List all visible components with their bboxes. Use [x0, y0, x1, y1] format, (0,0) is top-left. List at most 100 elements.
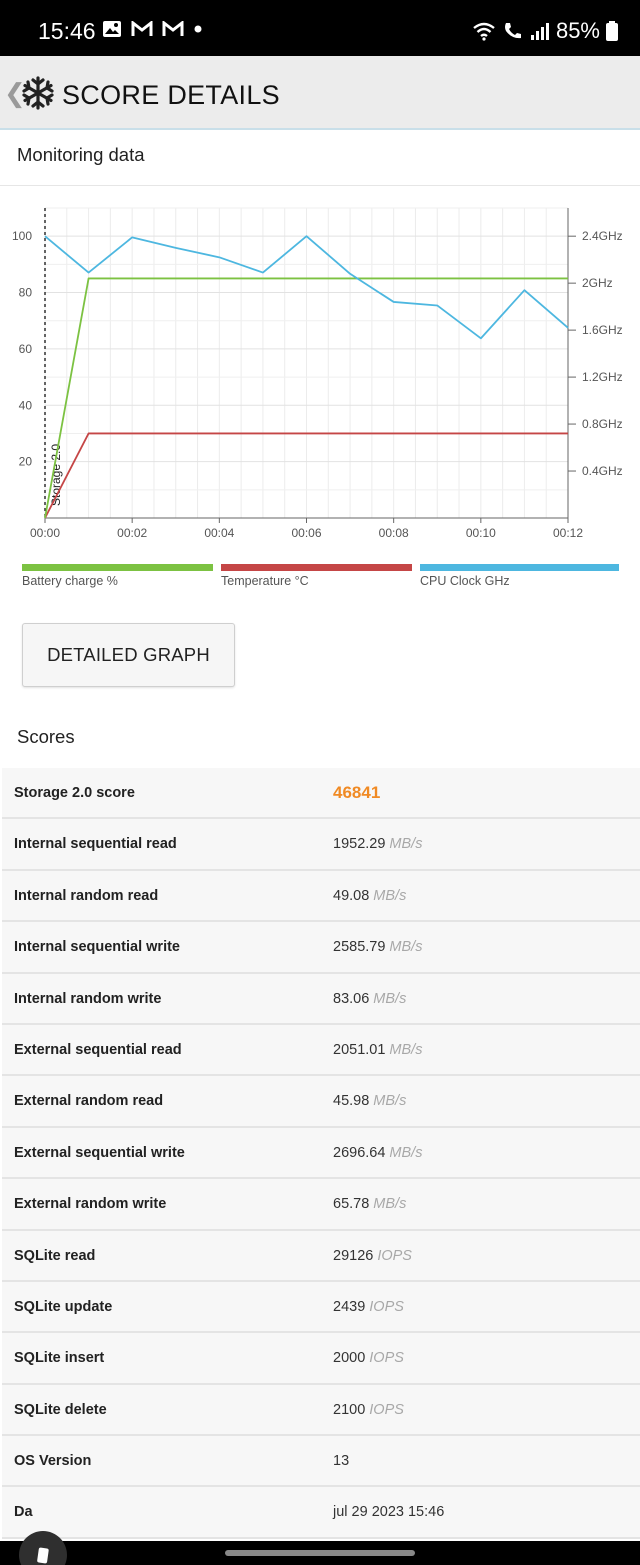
x-tick-label: 00:06 [291, 526, 321, 540]
score-row: Internal random write 83.06 MB/s [2, 973, 640, 1025]
legend-label-temperature: Temperature °C [221, 574, 309, 588]
score-unit: MB/s [373, 990, 407, 1007]
legend-swatch-cpu-clock [420, 564, 619, 571]
y-right-tick-label: 1.6GHz [582, 323, 623, 337]
wifi-calling-icon [473, 22, 495, 41]
score-number: 1952.29 [333, 836, 386, 853]
chart-legend: Battery charge % Temperature °C CPU Cloc… [0, 564, 640, 594]
score-value: 13 [333, 1453, 349, 1469]
score-value: 2000 IOPS [333, 1350, 404, 1366]
score-row: Da jul 29 2023 15:46 [2, 1487, 640, 1539]
score-number: 13 [333, 1453, 350, 1470]
scores-header: Scores [0, 712, 640, 768]
score-value: 2100 IOPS [333, 1402, 404, 1418]
y-left-tick-label: 100 [12, 229, 32, 243]
legend-battery: Battery charge % [22, 564, 213, 588]
snowflake-logo-icon[interactable] [20, 75, 56, 111]
score-row: SQLite insert 2000 IOPS [2, 1333, 640, 1385]
app-bar: ❮ SCORE DETAILS [0, 56, 640, 130]
dot-icon [194, 25, 202, 33]
score-label: Internal sequential read [14, 836, 177, 853]
score-row: Storage 2.0 score 46841 [2, 768, 640, 820]
notification-icons [102, 20, 203, 38]
home-gesture-handle[interactable] [225, 1550, 415, 1556]
score-value: 29126 IOPS [333, 1248, 412, 1264]
page-title: SCORE DETAILS [62, 80, 280, 110]
score-label: Da [14, 1504, 33, 1521]
score-number: 45.98 [333, 1093, 370, 1110]
score-unit: IOPS [369, 1298, 404, 1315]
score-label: SQLite delete [14, 1401, 107, 1418]
score-number: 2696.64 [333, 1144, 386, 1161]
y-right-tick-label: 1.2GHz [582, 370, 623, 384]
y-right-tick-label: 0.4GHz [582, 464, 623, 478]
score-value: 2696.64 MB/s [333, 1145, 422, 1161]
score-number: 46841 [333, 783, 381, 802]
score-value: 45.98 MB/s [333, 1093, 406, 1109]
call-icon [504, 23, 521, 39]
score-value: 2439 IOPS [333, 1299, 404, 1315]
gmail-icon [162, 21, 184, 36]
score-unit: MB/s [389, 1041, 423, 1058]
x-tick-label: 00:02 [117, 526, 147, 540]
scores-table: Storage 2.0 score 46841 Internal sequentia… [2, 768, 640, 1539]
eraser-icon [37, 1547, 49, 1564]
gmail-icon [131, 21, 153, 36]
score-value: 1952.29 MB/s [333, 836, 422, 852]
score-number: 2585.79 [333, 939, 386, 956]
x-tick-label: 00:00 [30, 526, 60, 540]
legend-label-battery: Battery charge % [22, 574, 118, 588]
scores-title: Scores [17, 726, 75, 747]
score-row: External random write 65.78 MB/s [2, 1179, 640, 1231]
score-value: 46841 [333, 783, 380, 803]
x-tick-label: 00:08 [379, 526, 409, 540]
score-number: 29126 [333, 1247, 374, 1264]
score-label: External random read [14, 1093, 164, 1110]
score-row: External sequential read 2051.01 MB/s [2, 1024, 640, 1077]
score-unit: IOPS [369, 1350, 404, 1367]
score-row: External random read 45.98 MB/s [2, 1076, 640, 1128]
score-label: External sequential write [14, 1144, 185, 1161]
x-tick-label: 00:12 [553, 526, 583, 540]
battery-percent: 85% [555, 18, 600, 43]
legend-cpu-clock: CPU Clock GHz [420, 564, 619, 588]
score-row: Internal random read 49.08 MB/s [2, 870, 640, 923]
status-bar: 15:46 85% [0, 0, 640, 56]
score-number: 65.78 [333, 1196, 370, 1213]
score-row: SQLite read 29126 IOPS [2, 1230, 640, 1282]
score-unit: IOPS [369, 1401, 404, 1418]
score-label: External sequential read [14, 1041, 182, 1058]
score-value: 2585.79 MB/s [333, 939, 422, 955]
score-label: SQLite read [14, 1247, 96, 1264]
score-label: OS Version [14, 1453, 92, 1470]
x-tick-label: 00:04 [204, 526, 234, 540]
score-unit: MB/s [389, 836, 423, 853]
score-unit: IOPS [377, 1247, 412, 1264]
legend-swatch-temperature [221, 564, 412, 571]
detailed-graph-button[interactable]: DETAILED GRAPH [22, 623, 235, 687]
monitoring-title: Monitoring data [17, 144, 145, 165]
battery-icon [606, 21, 618, 41]
y-right-tick-label: 2.4GHz [582, 229, 623, 243]
y-left-tick-label: 40 [19, 398, 33, 412]
content-area[interactable]: Monitoring data 20 40 60 80 100 0.4GHz 0.8GHz 1… [0, 130, 640, 1541]
score-number: 2439 [333, 1298, 366, 1315]
score-unit: MB/s [373, 1093, 407, 1110]
score-row: SQLite delete 2100 IOPS [2, 1384, 640, 1437]
y-left-tick-label: 20 [19, 455, 33, 469]
legend-swatch-battery [22, 564, 213, 571]
score-unit: MB/s [373, 887, 407, 904]
score-row: SQLite update 2439 IOPS [2, 1281, 640, 1334]
score-row: OS Version 13 [2, 1436, 640, 1488]
score-value: 83.06 MB/s [333, 991, 406, 1007]
score-row: External sequential write 2696.64 MB/s [2, 1127, 640, 1180]
navigation-bar [0, 1541, 640, 1565]
x-tick-label: 00:10 [466, 526, 496, 540]
score-row: Internal sequential read 1952.29 MB/s [2, 819, 640, 871]
score-label: Internal sequential write [14, 939, 180, 956]
score-label: Internal random write [14, 990, 162, 1007]
score-value: jul 29 2023 15:46 [333, 1504, 444, 1520]
monitoring-chart: 20 40 60 80 100 0.4GHz 0.8GHz 1.2GHz 1.6GHz 2GHz 2… [12, 207, 623, 540]
monitoring-header: Monitoring data [0, 130, 640, 186]
score-number: jul 29 2023 15:46 [333, 1504, 445, 1521]
